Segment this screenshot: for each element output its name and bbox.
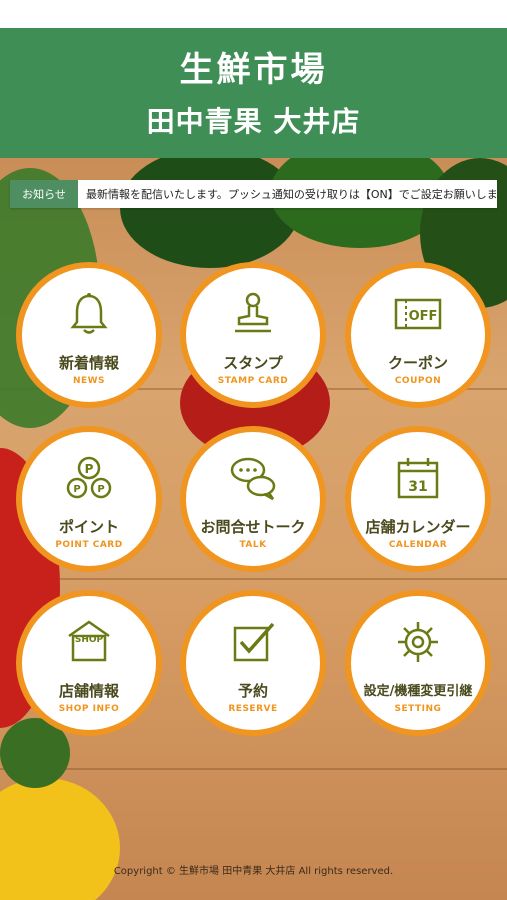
menu-reserve-sub: RESERVE	[228, 704, 278, 714]
menu-calendar-button[interactable]: 31 店舗カレンダー CALENDAR	[345, 426, 491, 572]
menu-setting-label: 設定/機種変更引継	[363, 684, 473, 699]
menu-shopinfo-label: 店舗情報	[58, 682, 119, 700]
svg-text:31: 31	[408, 479, 427, 495]
menu-coupon-label: クーポン	[387, 354, 448, 372]
svg-text:P: P	[85, 462, 94, 476]
menu-news-label: 新着情報	[58, 354, 119, 372]
menu-talk-button[interactable]: お問合せトーク TALK	[180, 426, 326, 572]
gear-icon	[398, 622, 438, 662]
svg-text:P: P	[97, 484, 104, 495]
notice-text: 最新情報を配信いたします。プッシュ通知の受け取りは【ON】でご設定お願いします。	[86, 188, 497, 201]
menu-calendar-label: 店舗カレンダー	[365, 518, 471, 536]
svg-text:SHOP: SHOP	[75, 635, 104, 645]
menu-reserve-label: 予約	[237, 682, 268, 700]
menu-setting-button[interactable]: 設定/機種変更引継 SETTING	[345, 590, 491, 736]
app-header: 生鮮市場 田中青果 大井店	[0, 28, 507, 158]
notice-badge: お知らせ	[10, 180, 78, 208]
menu-stamp-button[interactable]: スタンプ STAMP CARD	[180, 262, 326, 408]
menu-news-sub: NEWS	[72, 376, 106, 386]
menu-news-button[interactable]: 新着情報 NEWS	[16, 262, 162, 408]
menu-talk-label: お問合せトーク	[200, 518, 306, 536]
calendar-icon: 31	[397, 458, 439, 499]
menu-talk-sub: TALK	[239, 540, 267, 550]
menu-shopinfo-button[interactable]: SHOP 店舗情報 SHOP INFO	[16, 590, 162, 736]
menu-shopinfo-sub: SHOP INFO	[58, 704, 120, 714]
svg-text:P: P	[73, 484, 80, 495]
shop-title-line1: 生鮮市場	[179, 50, 328, 90]
notice-bar[interactable]: お知らせ 最新情報を配信いたします。プッシュ通知の受け取りは【ON】でご設定お願…	[10, 180, 497, 208]
svg-text:OFF: OFF	[409, 309, 438, 324]
stamp-icon	[235, 292, 271, 333]
shop-title-line2: 田中青果 大井店	[146, 105, 361, 138]
menu-reserve-button[interactable]: 予約 RESERVE	[180, 590, 326, 736]
shop-icon: SHOP	[68, 620, 110, 662]
menu-setting-sub: SETTING	[394, 704, 442, 714]
menu-calendar-sub: CALENDAR	[388, 540, 448, 550]
menu-stamp-label: スタンプ	[223, 354, 283, 372]
menu-stamp-sub: STAMP CARD	[217, 376, 289, 386]
points-icon: P P P	[66, 456, 112, 499]
chat-bubbles-icon	[230, 457, 276, 501]
menu-point-sub: POINT CARD	[55, 540, 123, 550]
coupon-off-icon: OFF	[394, 298, 442, 330]
menu-coupon-button[interactable]: OFF クーポン COUPON	[345, 262, 491, 408]
menu-point-button[interactable]: P P P ポイント POINT CARD	[16, 426, 162, 572]
bell-icon	[70, 293, 108, 334]
footer-copyright: Copyright © 生鮮市場 田中青果 大井店 All rights res…	[113, 866, 394, 877]
status-bar	[0, 0, 507, 28]
menu-coupon-sub: COUPON	[394, 376, 442, 386]
menu-point-label: ポイント	[58, 518, 119, 536]
checkbox-icon	[233, 622, 275, 662]
